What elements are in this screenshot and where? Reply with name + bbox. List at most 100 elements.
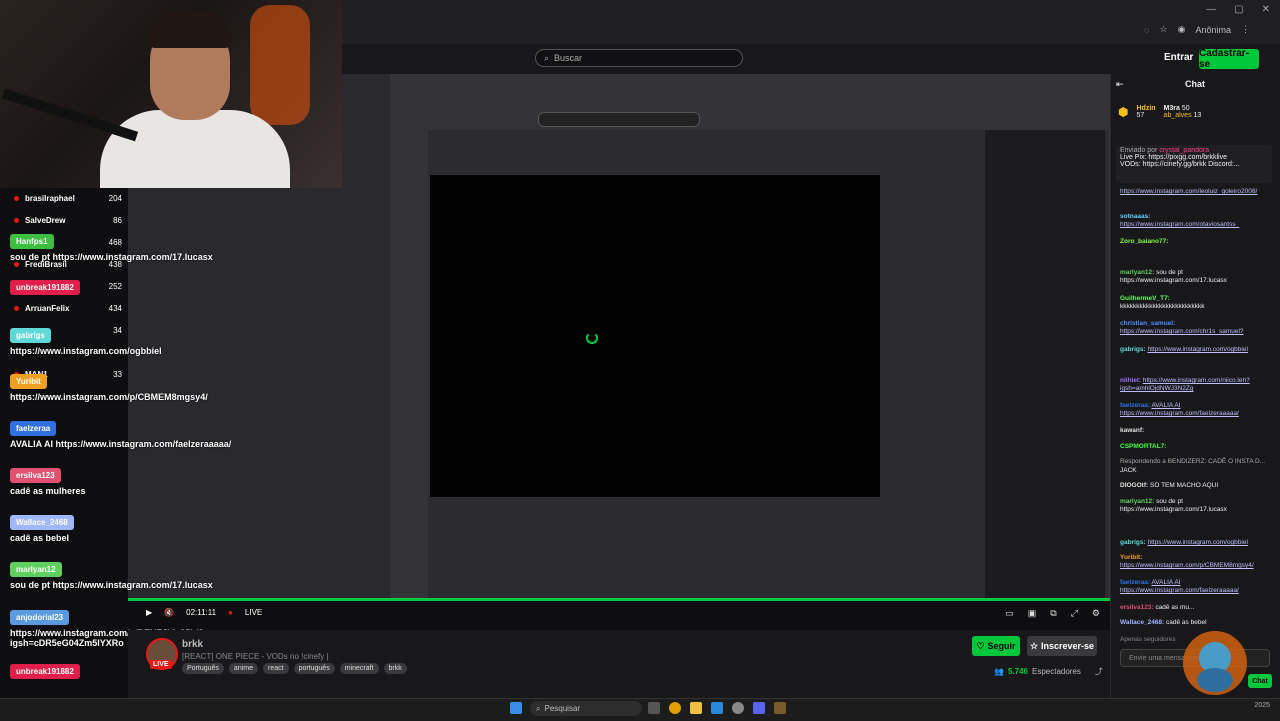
windows-start-icon[interactable] (510, 702, 522, 714)
tag[interactable]: react (263, 663, 289, 674)
chat-username: sotnaaas: (1120, 213, 1151, 220)
taskbar-pinned-apps (648, 702, 786, 714)
tag[interactable]: brkk (383, 663, 407, 674)
channel-name[interactable]: brkk (182, 639, 203, 650)
overlay-chat-user: marlyan12 (10, 562, 62, 577)
player-controls: ▶ 🔇 02:11:11 ● LIVE ▭ ▣ ⧉ ⤢ ⚙ (128, 606, 1110, 624)
leader-score: 13 (1193, 112, 1202, 119)
stream-progress-bar[interactable] (128, 598, 1110, 601)
leader-name: M3ra (1163, 105, 1180, 112)
pinned-line: VODs: https://cinefy.gg/brkk Discord:... (1120, 161, 1240, 168)
leaderboard-row: brasilraphael 204 (14, 194, 122, 203)
chat-message: Yuribit: https://www.instagram.com/p/CBME… (1120, 554, 1272, 570)
chat-text: cadê as mu... (1155, 604, 1195, 611)
clip-icon[interactable]: ▣ (1028, 608, 1037, 619)
chat-message: faelzeraa: AVALIA AI https://www.instagr… (1120, 402, 1272, 418)
maximize-button[interactable]: ▢ (1234, 4, 1243, 15)
chat-username: kawanf: (1120, 427, 1145, 434)
login-button[interactable]: Entrar (1164, 52, 1193, 63)
tag[interactable]: português (293, 663, 335, 674)
overlay-chat-text: https://www.instagram.com/ogbbiel (10, 346, 162, 356)
taskbar-search[interactable]: ⌕ Pesquisar (530, 701, 642, 716)
overlay-chat-text: cadê as mulheres (10, 486, 86, 496)
chat-text[interactable]: https://www.instagram.com/otaviosantss_ (1120, 221, 1239, 228)
pinned-line: Live Pix: https://pixgg.com/brkklive (1120, 154, 1227, 161)
discord-icon[interactable] (753, 702, 765, 714)
menu-dots-icon[interactable]: ⋮ (1241, 24, 1250, 35)
leaderboard-row: SalveDrew 86 (14, 216, 122, 225)
share-icon[interactable]: ⤴ (1095, 666, 1103, 677)
settings-gear-icon[interactable]: ⚙ (1092, 608, 1100, 619)
tag[interactable]: anime (228, 663, 258, 674)
chat-username: christian_samuel: (1120, 320, 1176, 327)
overlay-chat-user: faelzeraa (10, 421, 57, 436)
leaderboard-name: SalveDrew (25, 216, 66, 225)
subscribe-button[interactable]: ☆ Inscrever-se (1027, 636, 1097, 656)
webcam-overlay (0, 0, 342, 188)
app-icon[interactable] (774, 702, 786, 714)
streamer-hair (148, 12, 232, 48)
search-input[interactable]: ⌕ Buscar (535, 49, 743, 67)
obs-icon[interactable] (732, 702, 744, 714)
chat-message: niihiel: https://www.instagram.com/niico… (1120, 377, 1272, 393)
leaderboard-count: 204 (108, 194, 122, 203)
overlay-chat-user: anjodorial23 (10, 610, 70, 625)
chat-message: Respondendo a BENDIZERZ: CADÊ O INSTA D.… (1120, 458, 1272, 466)
pip-icon[interactable]: ⧉ (1050, 608, 1056, 619)
overlay-chat-message: faelzeraa AVALIA AI https://www.instagram… (10, 421, 231, 449)
fullscreen-icon[interactable]: ⤢ (1071, 608, 1078, 619)
chat-username: Yuribit: (1120, 554, 1143, 561)
tag[interactable]: Português (182, 663, 224, 674)
follow-button[interactable]: ♡ Seguir (972, 636, 1020, 656)
chat-text[interactable]: https://www.instagram.com/chr1s_samuel? (1120, 328, 1244, 335)
overlay-chat-user: unbreak191882 (10, 280, 80, 295)
stream-time: 02:11:11 (186, 608, 217, 617)
minimize-button[interactable]: — (1206, 4, 1216, 15)
chat-username: niihiel: (1120, 377, 1141, 384)
eye-off-icon[interactable]: ◌ (1144, 25, 1149, 35)
chat-message: christian_samuel: https://www.instagram.c… (1120, 320, 1272, 336)
chat-message: faelzeraa: AVALIA AI https://www.instagr… (1120, 579, 1272, 595)
chat-message: sotnaaas: https://www.instagram.com/otavi… (1120, 213, 1272, 229)
crown-icon: ⬢ (1118, 105, 1129, 119)
chat-text[interactable]: https://www.instagram.com/ogbbiel (1147, 346, 1247, 353)
chat-username: DIOGOtf: (1120, 482, 1149, 489)
chrome-icon[interactable] (669, 702, 681, 714)
rank-dot-icon (14, 196, 19, 201)
close-button[interactable]: ✕ (1262, 4, 1270, 15)
theater-mode-icon[interactable]: ▭ (1005, 608, 1014, 619)
chat-text[interactable]: https://www.instagram.com/leoluiz_goleir… (1120, 188, 1257, 195)
signup-button[interactable]: Cadastrar-se (1199, 48, 1259, 70)
viewer-number: 5.746 (1007, 667, 1028, 676)
overlay-chat-message: Wallace_2468 cadê as bebel (10, 515, 74, 543)
overlay-chat-user: Wallace_2468 (10, 515, 74, 530)
rank-dot-icon (14, 262, 19, 267)
chat-text[interactable]: https://www.instagram.com/p/CBMEM8mgsy4/ (1120, 562, 1254, 569)
vscode-icon[interactable] (711, 702, 723, 714)
chat-username: Zoro_baiano77: (1120, 238, 1169, 245)
leaderboard-row: ArruanFelix 434 (14, 304, 122, 313)
overlay-chat-message: unbreak191882 (10, 664, 80, 679)
overlay-chat-user: unbreak191882 (10, 664, 80, 679)
chat-text: kkkkkkkkkkkkkkkkkkkkkkkkkk (1120, 303, 1205, 310)
chat-username: gabrigs: (1120, 539, 1146, 546)
nested-search-bar (538, 112, 700, 127)
chair (250, 5, 310, 125)
video-black-screen (430, 175, 880, 497)
tag-list: Português anime react português minecraf… (182, 663, 407, 674)
chat-text[interactable]: https://www.instagram.com/ogbbiel (1147, 539, 1247, 546)
task-view-icon[interactable] (648, 702, 660, 714)
file-explorer-icon[interactable] (690, 702, 702, 714)
tag[interactable]: minecraft (339, 663, 379, 674)
search-icon: ⌕ (544, 52, 550, 63)
pinned-message[interactable]: Enviado por crystal_pandora Live Pix: ht… (1116, 145, 1272, 183)
volume-icon[interactable]: 🔇 (164, 608, 174, 617)
chat-message: CSPMORTAL7: (1120, 443, 1272, 451)
channel-mascot-logo (1183, 631, 1247, 695)
chat-username: Wallace_2468: (1120, 619, 1165, 626)
overlay-chat-user: ersilva123 (10, 468, 61, 483)
incognito-indicator[interactable]: ◌ ☆ ◉ Anônima ⋮ (1144, 24, 1250, 35)
pinned-by-label: Enviado por (1120, 147, 1158, 154)
bookmark-star-icon[interactable]: ☆ (1160, 24, 1168, 35)
play-icon[interactable]: ▶ (146, 608, 152, 617)
